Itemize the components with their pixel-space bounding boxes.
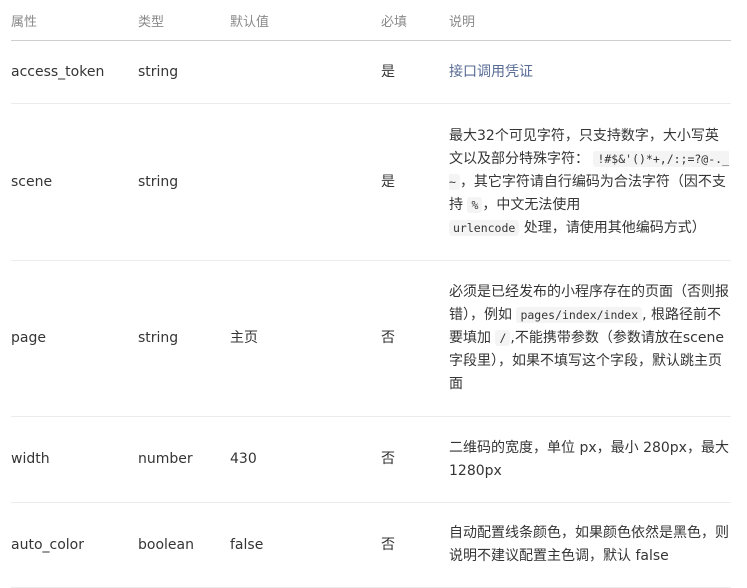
cell-default xyxy=(230,103,381,261)
cell-name: width xyxy=(11,416,138,503)
table-row: scene string 是 最大32个可见字符，只支持数字，大小写英文以及部分… xyxy=(11,103,731,261)
cell-name: auto_color xyxy=(11,502,138,588)
desc-code: % xyxy=(467,196,483,213)
cell-type: string xyxy=(138,103,230,261)
cell-required: 否 xyxy=(381,260,449,417)
table-row: width number 430 否 二维码的宽度，单位 px，最小 280px… xyxy=(11,416,731,503)
cell-type: boolean xyxy=(138,502,230,588)
cell-required: 是 xyxy=(381,103,449,261)
cell-name: page xyxy=(11,260,138,417)
cell-type: string xyxy=(138,260,230,417)
cell-name: scene xyxy=(11,103,138,261)
desc-code: / xyxy=(495,330,511,346)
cell-type: string xyxy=(138,40,230,104)
desc-code: pages/index/index xyxy=(516,307,643,323)
params-table: 属性 类型 默认值 必填 说明 access_token string 是 接口… xyxy=(11,0,731,588)
cell-name: access_token xyxy=(11,40,138,104)
table-header-row: 属性 类型 默认值 必填 说明 xyxy=(11,0,731,41)
cell-desc: 自动配置线条颜色，如果颜色依然是黑色，则说明不建议配置主色调，默认 false xyxy=(449,502,731,588)
cell-required: 否 xyxy=(381,416,449,503)
header-required: 必填 xyxy=(381,0,449,41)
table-row: access_token string 是 接口调用凭证 xyxy=(11,40,731,104)
header-desc: 说明 xyxy=(449,0,731,41)
cell-required: 是 xyxy=(381,40,449,104)
header-name: 属性 xyxy=(11,0,138,41)
cell-required: 否 xyxy=(381,502,449,588)
cell-default: 430 xyxy=(230,416,381,503)
cell-desc: 二维码的宽度，单位 px，最小 280px，最大 1280px xyxy=(449,416,731,503)
cell-desc: 最大32个可见字符，只支持数字，大小写英文以及部分特殊字符： !#$&'()*+… xyxy=(449,103,731,261)
header-type: 类型 xyxy=(138,0,230,41)
header-default: 默认值 xyxy=(230,0,381,41)
desc-text: ，中文无法使用 xyxy=(482,196,581,213)
cell-type: number xyxy=(138,416,230,503)
table-row: page string 主页 否 必须是已经发布的小程序存在的页面（否则报错），… xyxy=(11,260,731,417)
cell-desc: 必须是已经发布的小程序存在的页面（否则报错），例如 pages/index/in… xyxy=(449,260,731,417)
desc-code: urlencode xyxy=(449,219,520,236)
table-row: auto_color boolean false 否 自动配置线条颜色，如果颜色… xyxy=(11,502,731,588)
desc-text: 处理，请使用其他编码方式） xyxy=(523,219,706,236)
cell-default xyxy=(230,40,381,104)
cell-desc: 接口调用凭证 xyxy=(449,40,731,104)
cell-default: false xyxy=(230,502,381,588)
cell-default: 主页 xyxy=(230,260,381,417)
table-body: access_token string 是 接口调用凭证 scene strin… xyxy=(11,40,731,588)
desc-text: ,不能携带参数（参数请放在scene字段里），如果不填写这个字段，默认跳主页面 xyxy=(449,330,724,392)
table-header: 属性 类型 默认值 必填 说明 xyxy=(11,0,731,41)
access-token-link[interactable]: 接口调用凭证 xyxy=(449,64,533,80)
